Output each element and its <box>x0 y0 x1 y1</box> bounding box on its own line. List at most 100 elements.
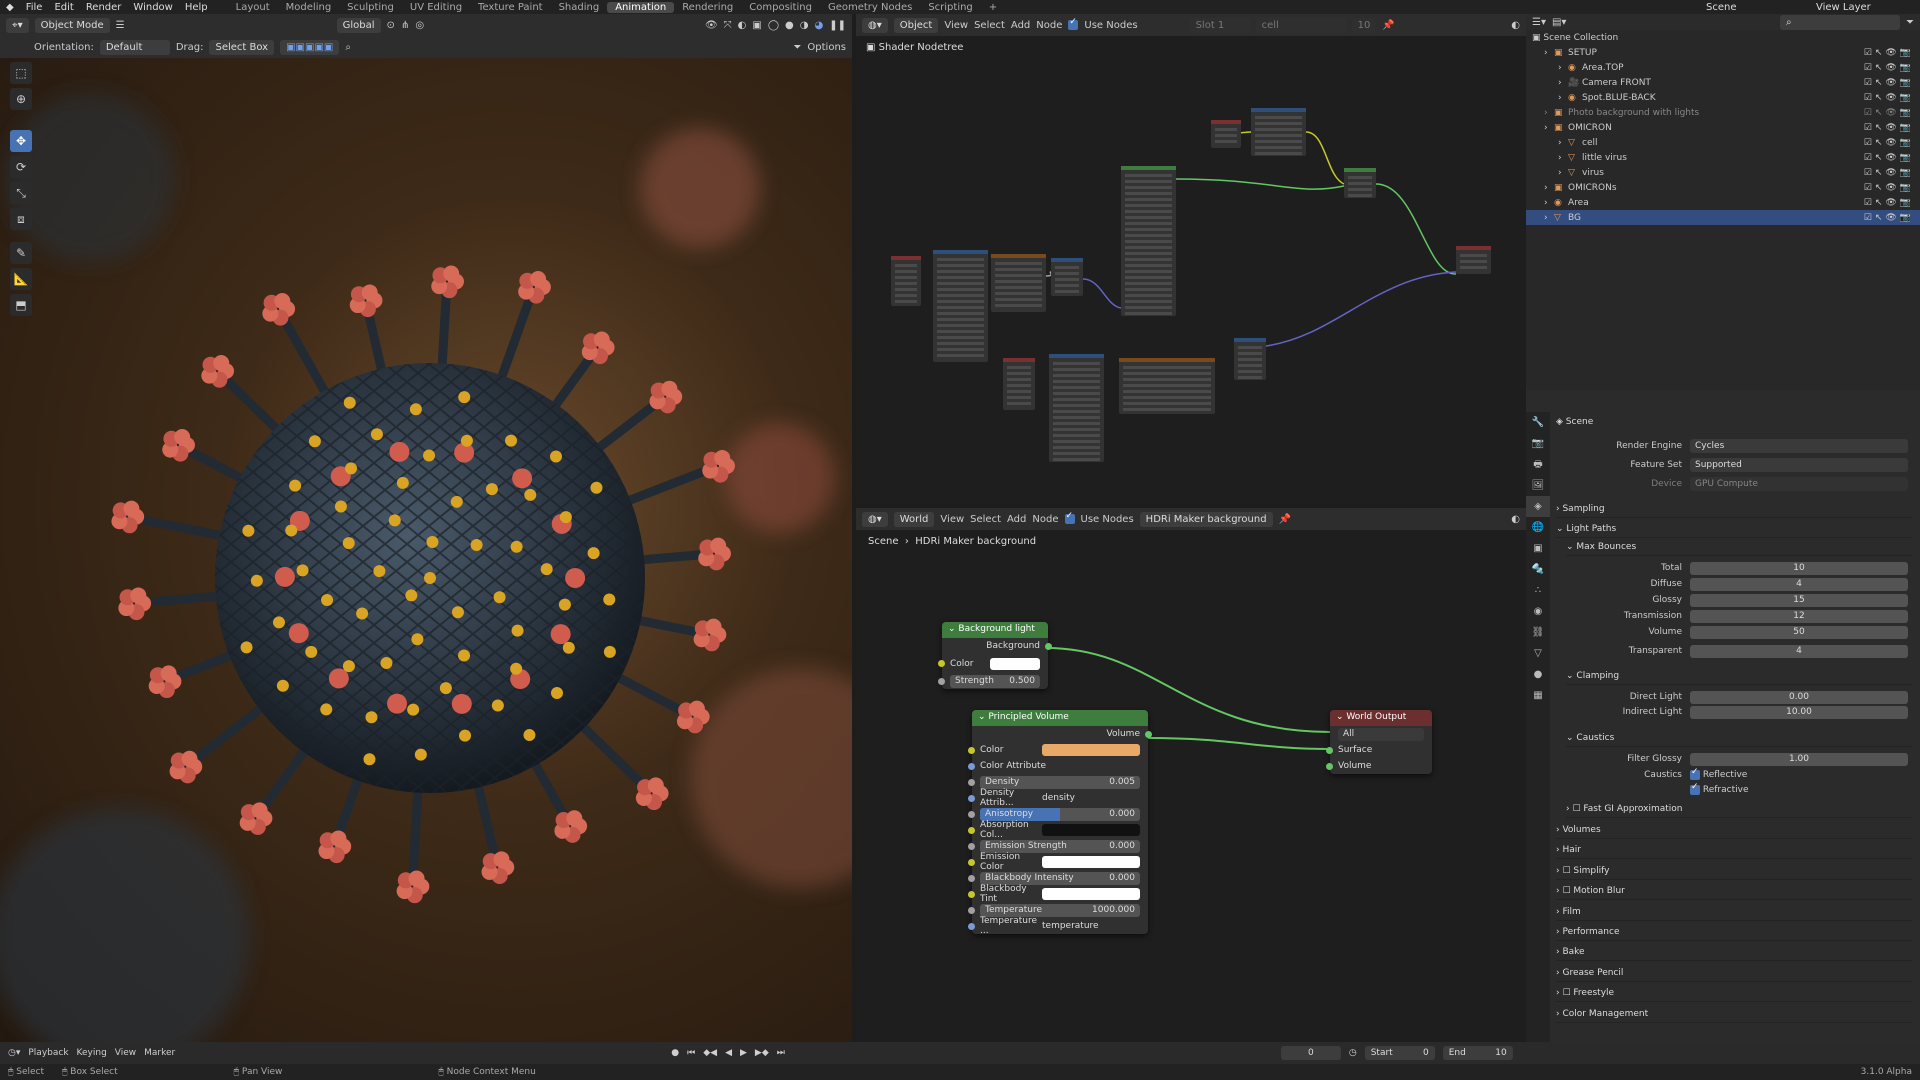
search-icon[interactable]: ⌕ <box>345 42 351 53</box>
editor-type-icon[interactable]: ☰▾ <box>1532 17 1546 28</box>
filter-glossy-field[interactable]: 1.00 <box>1690 752 1908 766</box>
shader-node-editor[interactable]: ▣ Shader Nodetree <box>856 36 1526 504</box>
outliner-item[interactable]: › 🎥 Camera FRONT ☑↖👁📷 <box>1526 75 1920 90</box>
scene-selector[interactable]: Scene <box>1700 2 1810 13</box>
reflective-checkbox[interactable] <box>1690 767 1700 780</box>
slot-dropdown[interactable]: Slot 1 <box>1189 17 1250 33</box>
outliner-item[interactable]: › ▽ little virus ☑↖👁📷 <box>1526 150 1920 165</box>
expand-arrow-icon[interactable]: › <box>1558 93 1568 103</box>
color-swatch[interactable] <box>1042 744 1140 756</box>
menu-view[interactable]: View <box>944 20 968 31</box>
clock-icon[interactable]: ◷ <box>1349 1048 1357 1058</box>
expand-arrow-icon[interactable]: › <box>1544 108 1554 118</box>
use-nodes-checkbox[interactable] <box>1064 511 1075 524</box>
visibility-toggles[interactable]: ☑↖👁📷 <box>1864 63 1914 73</box>
clamping-panel[interactable]: ⌄ Clamping <box>1566 668 1912 685</box>
jump-start-icon[interactable]: ⏮ <box>687 1048 695 1058</box>
editor-type-icon[interactable]: ◍▾ <box>862 17 888 33</box>
panel-header[interactable]: › Bake <box>1556 944 1912 962</box>
background-node[interactable]: ⌄ Background light Background Color Stre… <box>938 622 1052 689</box>
outliner-item[interactable]: › ▽ BG ☑↖👁📷 <box>1526 210 1920 225</box>
play-reverse-icon[interactable]: ◀ <box>725 1048 732 1058</box>
shading-rendered-icon[interactable]: ◕ <box>815 20 824 31</box>
object-tab-icon[interactable]: ▣ <box>1526 538 1550 559</box>
menu-help[interactable]: Help <box>179 2 214 13</box>
expand-arrow-icon[interactable]: › <box>1544 183 1554 193</box>
visibility-toggles[interactable]: ☑↖👁📷 <box>1864 93 1914 103</box>
value-field[interactable]: Emission Strength 0.000 <box>980 839 1140 853</box>
shading-wire-icon[interactable]: ◯ <box>768 20 779 31</box>
max-bounces-panel[interactable]: ⌄ Max Bounces <box>1566 539 1912 556</box>
scene-collection-row[interactable]: ▣ Scene Collection <box>1526 30 1920 45</box>
proportional-icon[interactable]: ◎ <box>415 20 424 31</box>
menu-select[interactable]: Select <box>970 514 1001 525</box>
expand-arrow-icon[interactable]: › <box>1558 78 1568 88</box>
expand-arrow-icon[interactable]: › <box>1544 198 1554 208</box>
current-frame-field[interactable]: 0 <box>1280 1046 1341 1060</box>
menu-window[interactable]: Window <box>127 2 178 13</box>
tab-rendering[interactable]: Rendering <box>674 2 741 13</box>
panel-header[interactable]: › Volumes <box>1556 822 1912 839</box>
world-node-editor[interactable]: Scene › HDRi Maker background ⌄ Backgrou… <box>856 530 1526 1042</box>
modifier-tab-icon[interactable]: 🔩 <box>1526 559 1550 580</box>
value-field[interactable]: Blackbody Intensity 0.000 <box>980 871 1140 885</box>
menu-node[interactable]: Node <box>1032 514 1058 525</box>
particles-tab-icon[interactable]: ∴ <box>1526 580 1550 601</box>
view-layer-tab-icon[interactable]: 🖼 <box>1526 475 1550 496</box>
pin-icon[interactable]: 📌 <box>1382 20 1394 31</box>
overlay-icon[interactable]: ◐ <box>1511 514 1520 525</box>
texture-tab-icon[interactable]: ▦ <box>1526 685 1550 706</box>
target-dropdown[interactable]: All <box>1338 727 1424 741</box>
outliner[interactable]: ▣ Scene Collection › ▣ SETUP ☑↖👁📷 › ◉ Area.TOP… <box>1526 30 1920 390</box>
shading-solid-icon[interactable]: ● <box>785 20 794 31</box>
sampling-panel[interactable]: › Sampling <box>1556 501 1912 518</box>
tab-uv-editing[interactable]: UV Editing <box>402 2 470 13</box>
scale-tool-icon[interactable]: ⤡ <box>10 182 32 204</box>
xray-icon[interactable]: ▣ <box>752 20 761 31</box>
editor-type-icon[interactable]: ◍▾ <box>862 511 888 527</box>
tab-modeling[interactable]: Modeling <box>278 2 340 13</box>
mode-dropdown[interactable]: Object Mode <box>34 17 110 33</box>
volume-input-row[interactable]: Color Attribute <box>968 758 1148 774</box>
move-tool-icon[interactable]: ✥ <box>10 130 32 152</box>
editor-type-icon[interactable]: ◷▾ <box>8 1048 20 1058</box>
outliner-item[interactable]: › ◉ Area.TOP ☑↖👁📷 <box>1526 60 1920 75</box>
shading-material-icon[interactable]: ◑ <box>800 20 809 31</box>
render-engine-dropdown[interactable]: Cycles <box>1690 439 1908 453</box>
visibility-toggles[interactable]: ☑↖👁📷 <box>1864 213 1914 223</box>
jump-end-icon[interactable]: ⏭ <box>777 1048 785 1058</box>
shader-type-dropdown[interactable]: Object <box>893 17 939 33</box>
record-icon[interactable]: ● <box>671 1048 679 1058</box>
color-swatch[interactable] <box>1042 888 1140 900</box>
data-tab-icon[interactable]: ▽ <box>1526 643 1550 664</box>
add-workspace-icon[interactable]: + <box>981 2 1005 13</box>
display-mode-icon[interactable]: ▤▾ <box>1552 17 1566 28</box>
visibility-toggles[interactable]: ☑↖👁📷 <box>1864 183 1914 193</box>
measure-tool-icon[interactable]: 📐 <box>10 268 32 290</box>
outliner-search-input[interactable]: ⌕ <box>1780 14 1900 30</box>
visibility-toggles[interactable]: ☑↖👁📷 <box>1864 138 1914 148</box>
menu-node[interactable]: Node <box>1036 20 1062 31</box>
panel-header[interactable]: › ☐ Motion Blur <box>1556 883 1912 901</box>
tab-animation[interactable]: Animation <box>607 1 675 13</box>
material-users[interactable]: 10 <box>1351 17 1377 33</box>
visibility-toggles[interactable]: ☑↖👁📷 <box>1864 198 1914 208</box>
attribute-field[interactable]: temperature <box>1042 921 1140 931</box>
principled-volume-node[interactable]: ⌄ Principled Volume Volume Color Color At… <box>968 710 1152 936</box>
physics-tab-icon[interactable]: ◉ <box>1526 601 1550 622</box>
bounce-field[interactable]: 4 <box>1690 644 1908 658</box>
transform-dropdown[interactable]: Global <box>336 17 381 33</box>
volume-input-row[interactable]: Density Attrib... density <box>968 788 1148 808</box>
pause-render-icon[interactable]: ❚❚ <box>829 20 846 31</box>
visibility-toggles[interactable]: ☑↖👁📷 <box>1864 153 1914 163</box>
overlay-icon[interactable]: ◐ <box>738 20 747 31</box>
bounce-field[interactable]: 15 <box>1690 593 1908 607</box>
bounce-field[interactable]: 4 <box>1690 577 1908 591</box>
color-swatch[interactable] <box>1042 824 1140 836</box>
volume-input-row[interactable]: Emission Color <box>968 852 1148 872</box>
blender-logo-icon[interactable]: ◆ <box>0 2 20 13</box>
visibility-toggles[interactable]: ☑↖👁📷 <box>1864 168 1914 178</box>
editor-type-icon[interactable]: ⌖▾ <box>6 17 29 33</box>
expand-arrow-icon[interactable]: › <box>1544 48 1554 58</box>
tab-scripting[interactable]: Scripting <box>920 2 980 13</box>
